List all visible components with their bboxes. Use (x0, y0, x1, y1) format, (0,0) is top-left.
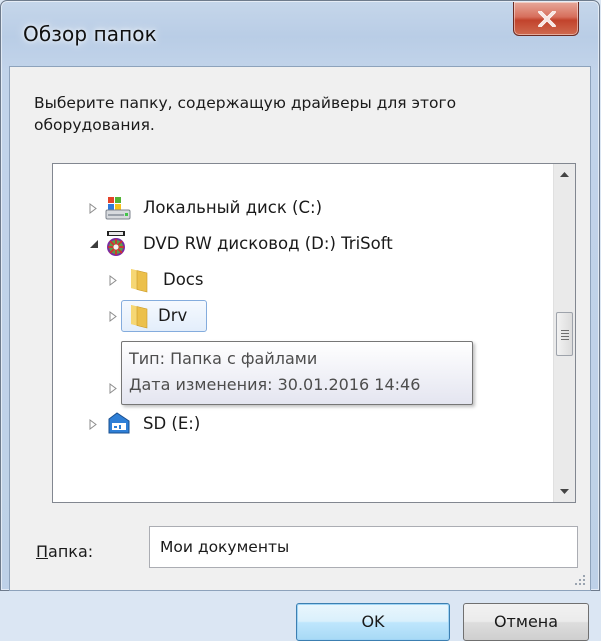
local-disk-icon (105, 195, 131, 221)
tree-node-label: Локальный диск (C:) (143, 198, 323, 217)
scroll-up-button[interactable] (554, 164, 575, 186)
folder-tree[interactable]: Локальный диск (C:) DVD RW дисковод (D:)… (52, 163, 576, 503)
browse-folder-dialog: Обзор папок Выберите папку, содержащую д… (0, 0, 600, 641)
folder-label-rest: апка: (48, 542, 94, 561)
window-title: Обзор папок (23, 22, 157, 46)
tree-node-label: SD (E:) (143, 414, 201, 433)
expand-arrow-icon[interactable] (87, 190, 101, 226)
tree-node-label: Docs (163, 270, 204, 289)
cancel-button[interactable]: Отмена (463, 603, 589, 641)
expand-arrow-icon[interactable] (107, 262, 121, 298)
scroll-down-icon (560, 489, 569, 494)
folder-name-input[interactable] (149, 526, 578, 568)
folder-icon (127, 267, 153, 293)
scroll-down-button[interactable] (554, 480, 575, 502)
sd-card-icon (105, 411, 131, 437)
tooltip-modified-date: Дата изменения: 30.01.2016 14:46 (129, 375, 421, 394)
tree-scrollbar[interactable] (553, 164, 575, 502)
dialog-body: Выберите папку, содержащую драйверы для … (9, 66, 591, 641)
folder-label: Папка: (36, 542, 93, 561)
close-icon (538, 11, 556, 27)
ok-button[interactable]: OK (296, 603, 450, 641)
scroll-thumb[interactable] (556, 312, 573, 356)
tooltip-type: Тип: Папка с файлами (129, 349, 318, 368)
scroll-up-icon (560, 172, 569, 177)
dvd-drive-icon (103, 231, 129, 257)
folder-tooltip: Тип: Папка с файлами Дата изменения: 30.… (121, 341, 473, 405)
collapse-arrow-icon[interactable] (87, 226, 101, 262)
expand-arrow-icon[interactable] (107, 370, 121, 406)
close-button[interactable] (513, 2, 579, 36)
instruction-text: Выберите папку, содержащую драйверы для … (34, 94, 457, 134)
expand-arrow-icon[interactable] (87, 406, 101, 442)
resize-grip-icon[interactable] (572, 572, 586, 586)
tree-node-label: Drv (158, 306, 188, 325)
title-bar[interactable]: Обзор папок (1, 1, 599, 73)
expand-arrow-icon[interactable] (107, 298, 121, 334)
folder-icon (127, 303, 153, 329)
folder-label-accesskey: П (36, 542, 49, 561)
tree-node-label: DVD RW дисковод (D:) TriSoft (143, 234, 393, 253)
